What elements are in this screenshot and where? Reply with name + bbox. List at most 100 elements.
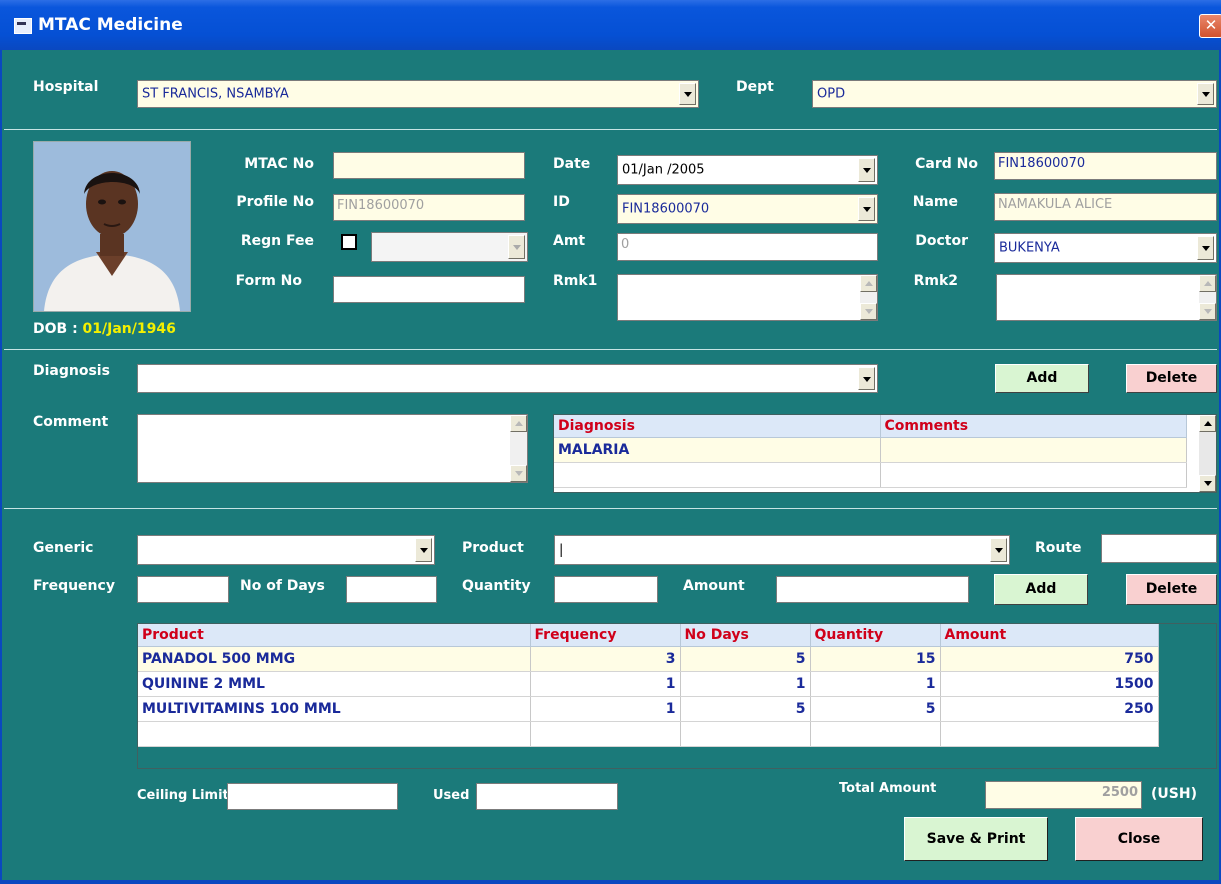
table-row[interactable]: MULTIVITAMINS 100 MML 1 5 5 250 xyxy=(138,696,1159,722)
table-cell[interactable]: 15 xyxy=(810,646,941,672)
comment-textarea[interactable] xyxy=(137,414,528,483)
table-row[interactable] xyxy=(138,721,1159,747)
product-combo[interactable]: | xyxy=(554,535,1010,565)
scroll-up-icon[interactable] xyxy=(1199,415,1216,432)
chevron-down-icon[interactable] xyxy=(858,197,875,221)
card-no-field[interactable]: FIN18600070 xyxy=(994,152,1217,180)
table-cell[interactable] xyxy=(880,437,1187,463)
ceiling-limit-field[interactable] xyxy=(227,783,398,810)
name-field[interactable]: NAMAKULA ALICE xyxy=(994,193,1217,221)
close-button[interactable]: Close xyxy=(1075,817,1203,861)
save-print-button[interactable]: Save & Print xyxy=(904,817,1048,861)
diagnosis-combo[interactable] xyxy=(137,364,878,393)
table-cell[interactable] xyxy=(680,721,811,747)
table-cell[interactable]: 3 xyxy=(530,646,681,672)
table-cell[interactable]: 250 xyxy=(940,696,1159,722)
table-cell[interactable] xyxy=(530,721,681,747)
scroll-down-icon[interactable] xyxy=(1199,303,1216,320)
chevron-down-icon[interactable] xyxy=(1197,83,1214,105)
chevron-down-icon[interactable] xyxy=(1197,236,1214,260)
generic-combo[interactable] xyxy=(137,535,435,565)
table-cell[interactable] xyxy=(554,462,881,488)
column-header-comments[interactable]: Comments xyxy=(880,415,1187,438)
chevron-down-icon[interactable] xyxy=(679,83,696,105)
table-cell[interactable]: 5 xyxy=(810,696,941,722)
chevron-down-icon[interactable] xyxy=(508,235,525,259)
table-cell[interactable] xyxy=(138,721,531,747)
rmk1-textarea[interactable] xyxy=(617,274,878,321)
column-header-amount[interactable]: Amount xyxy=(940,624,1159,647)
mtac-no-field[interactable] xyxy=(333,152,525,179)
table-cell[interactable]: 1500 xyxy=(940,671,1159,697)
column-header-product[interactable]: Product xyxy=(138,624,531,647)
scroll-up-icon[interactable] xyxy=(860,275,877,292)
amount-label: Amount xyxy=(683,578,745,594)
table-cell[interactable]: 1 xyxy=(530,696,681,722)
table-cell[interactable]: 5 xyxy=(680,646,811,672)
table-cell[interactable]: 5 xyxy=(680,696,811,722)
scrollbar[interactable] xyxy=(1199,275,1216,320)
form-no-field[interactable] xyxy=(333,276,525,303)
product-grid[interactable]: Product Frequency No Days Quantity Amoun… xyxy=(137,623,1217,769)
scroll-down-icon[interactable] xyxy=(1199,475,1216,492)
chevron-down-icon[interactable] xyxy=(415,538,432,562)
regn-fee-combo[interactable] xyxy=(371,232,528,262)
table-cell[interactable]: 750 xyxy=(940,646,1159,672)
column-header-no-days[interactable]: No Days xyxy=(680,624,811,647)
rmk2-textarea[interactable] xyxy=(996,274,1217,321)
table-cell[interactable]: PANADOL 500 MMG xyxy=(138,646,531,672)
table-cell[interactable]: 1 xyxy=(810,671,941,697)
chevron-down-icon[interactable] xyxy=(990,538,1007,562)
scroll-up-icon[interactable] xyxy=(1199,275,1216,292)
regn-fee-checkbox[interactable] xyxy=(341,234,357,250)
table-cell[interactable]: 1 xyxy=(530,671,681,697)
scrollbar[interactable] xyxy=(860,275,877,320)
chevron-down-icon[interactable] xyxy=(858,158,875,182)
scrollbar[interactable] xyxy=(1199,415,1216,492)
table-cell[interactable] xyxy=(940,721,1159,747)
dept-combo[interactable]: OPD xyxy=(812,80,1217,108)
column-header-quantity[interactable]: Quantity xyxy=(810,624,941,647)
title-bar: MTAC Medicine ✕ xyxy=(0,0,1221,50)
add-diagnosis-button[interactable]: Add xyxy=(995,364,1089,393)
amount-field[interactable] xyxy=(776,576,969,603)
form-no-label: Form No xyxy=(235,273,302,289)
table-cell[interactable]: MALARIA xyxy=(554,437,881,463)
hospital-combo[interactable]: ST FRANCIS, NSAMBYA xyxy=(137,80,699,108)
used-field[interactable] xyxy=(476,783,618,810)
route-field[interactable] xyxy=(1101,534,1217,563)
delete-diagnosis-button[interactable]: Delete xyxy=(1126,364,1217,393)
table-cell[interactable] xyxy=(880,462,1187,488)
doctor-combo[interactable]: BUKENYA xyxy=(994,233,1217,263)
table-row[interactable]: QUININE 2 MML 1 1 1 1500 xyxy=(138,671,1159,697)
delete-product-button[interactable]: Delete xyxy=(1126,574,1217,605)
scrollbar[interactable] xyxy=(510,415,527,482)
frequency-label: Frequency xyxy=(33,578,115,594)
total-amount-field[interactable]: 2500 xyxy=(985,781,1142,809)
table-row[interactable]: MALARIA xyxy=(554,437,1187,463)
scroll-down-icon[interactable] xyxy=(860,303,877,320)
date-picker[interactable]: 01/Jan /2005 xyxy=(617,155,878,185)
add-product-button[interactable]: Add xyxy=(994,574,1088,605)
close-window-button[interactable]: ✕ xyxy=(1199,14,1221,38)
table-row[interactable]: PANADOL 500 MMG 3 5 15 750 xyxy=(138,646,1159,672)
table-cell[interactable] xyxy=(810,721,941,747)
table-row[interactable] xyxy=(554,462,1187,488)
column-header-diagnosis[interactable]: Diagnosis xyxy=(554,415,881,438)
scroll-down-icon[interactable] xyxy=(510,465,527,482)
profile-no-field[interactable]: FIN18600070 xyxy=(333,194,525,221)
table-cell[interactable]: MULTIVITAMINS 100 MML xyxy=(138,696,531,722)
dept-label: Dept xyxy=(736,79,774,95)
column-header-frequency[interactable]: Frequency xyxy=(530,624,681,647)
amt-field[interactable]: 0 xyxy=(617,233,878,261)
ceiling-limit-label: Ceiling Limit xyxy=(137,788,229,803)
table-cell[interactable]: 1 xyxy=(680,671,811,697)
quantity-field[interactable] xyxy=(554,576,658,603)
table-cell[interactable]: QUININE 2 MML xyxy=(138,671,531,697)
scroll-up-icon[interactable] xyxy=(510,415,527,432)
frequency-field[interactable] xyxy=(137,576,229,603)
diagnosis-grid[interactable]: Diagnosis Comments MALARIA xyxy=(553,414,1217,493)
chevron-down-icon[interactable] xyxy=(858,367,875,390)
no-of-days-field[interactable] xyxy=(346,576,437,603)
id-combo[interactable]: FIN18600070 xyxy=(617,194,878,224)
